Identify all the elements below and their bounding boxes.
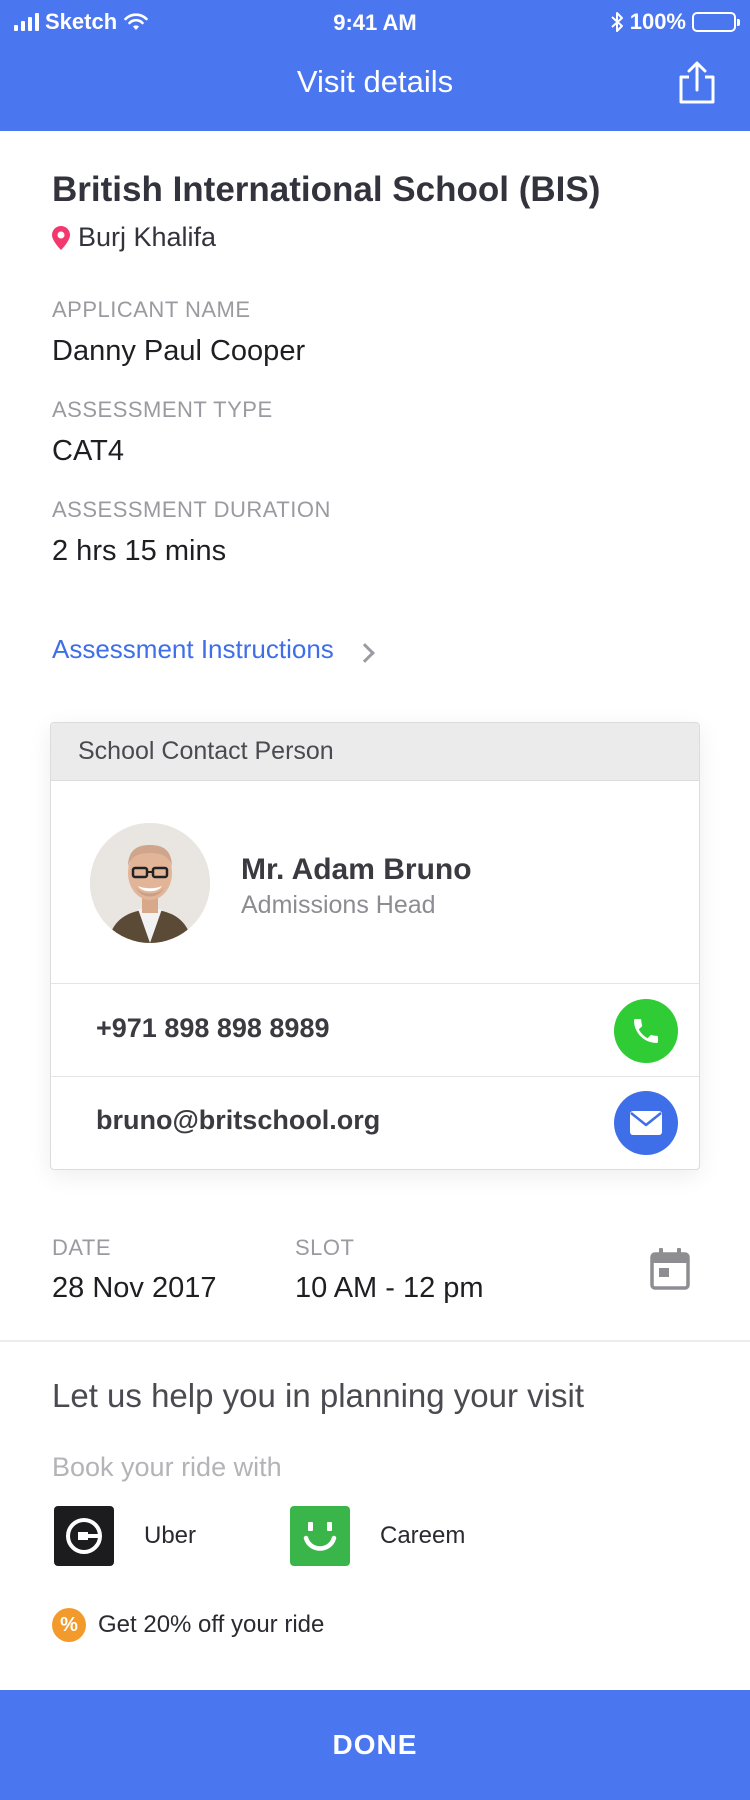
ride-offer: % Get 20% off your ride [52,1608,324,1642]
status-right: 100% [610,9,740,35]
page-title: Visit details [296,64,454,99]
assessment-type-label: ASSESSMENT TYPE [52,397,273,422]
school-contact-card: School Contact Person Mr. Adam Bruno Adm… [50,722,700,1170]
careem-logo-icon [290,1506,350,1566]
app-header: Sketch 9:41 AM 100% Visit details [0,0,750,131]
contact-email-row: bruno@britschool.org [51,1077,699,1169]
share-icon[interactable] [674,60,720,106]
contact-email: bruno@britschool.org [96,1105,381,1135]
school-name: British International School (BIS) [52,170,601,209]
school-location: Burj Khalifa [52,222,216,253]
contact-person: Mr. Adam Bruno Admissions Head [51,781,699,984]
planning-heading: Let us help you in planning your visit [52,1377,584,1414]
applicant-name-value: Danny Paul Cooper [52,335,306,367]
uber-logo-icon [54,1506,114,1566]
contact-role: Admissions Head [241,891,436,919]
status-bar: Sketch 9:41 AM 100% [0,0,750,44]
email-button[interactable] [614,1091,678,1155]
envelope-icon [630,1111,662,1135]
avatar-image [90,823,210,943]
call-button[interactable] [614,999,678,1063]
slot-value: 10 AM - 12 pm [295,1272,484,1304]
offer-text: Get 20% off your ride [98,1611,325,1638]
contact-phone: +971 898 898 8989 [96,1013,330,1043]
avatar [90,823,210,943]
battery-icon [692,12,740,32]
map-pin-icon [52,225,70,250]
calendar-icon[interactable] [650,1248,690,1290]
done-button[interactable]: DONE [0,1690,750,1800]
date-value: 28 Nov 2017 [52,1272,217,1304]
assessment-instructions-link[interactable]: Assessment Instructions [52,634,375,665]
assessment-duration-value: 2 hrs 15 mins [52,535,227,567]
book-ride-label: Book your ride with [52,1452,282,1482]
assessment-duration-label: ASSESSMENT DURATION [52,497,331,522]
ride-option-uber[interactable]: Uber [54,1506,196,1566]
assessment-instructions-label: Assessment Instructions [52,634,334,664]
discount-badge-icon: % [52,1608,86,1642]
chevron-right-icon [354,642,375,663]
section-divider [0,1340,750,1342]
slot-label: SLOT [295,1235,355,1260]
ride-option-careem[interactable]: Careem [290,1506,465,1566]
applicant-name-label: APPLICANT NAME [52,297,251,322]
battery-label: 100% [629,9,686,34]
phone-icon [634,1019,658,1043]
contact-card-header: School Contact Person [51,723,699,781]
assessment-type-value: CAT4 [52,435,124,467]
date-label: DATE [52,1235,112,1260]
careem-label: Careem [380,1522,466,1549]
uber-label: Uber [144,1522,197,1549]
contact-phone-row: +971 898 898 8989 [51,985,699,1077]
bluetooth-icon [611,12,623,32]
location-label: Burj Khalifa [78,222,217,252]
contact-name: Mr. Adam Bruno [241,853,472,886]
